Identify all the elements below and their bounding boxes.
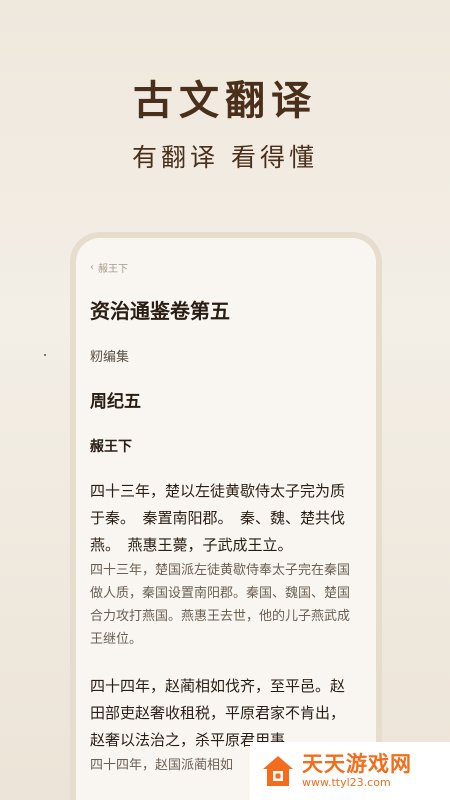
watermark-name: 天天游戏网 bbox=[302, 752, 412, 776]
back-button[interactable]: ‹ 赧王下 bbox=[90, 260, 358, 275]
watermark-url: www.ttyl23.com bbox=[302, 776, 391, 789]
watermark-logo: 天天游戏网 www.ttyl23.com bbox=[250, 742, 450, 800]
chapter-title: 周纪五 bbox=[90, 392, 141, 412]
section-title: 赧王下 bbox=[90, 439, 132, 455]
original-text[interactable]: 四十三年，楚以左徒黄歇侍太子完为质于秦。 秦置南阳郡。 秦、魏、楚共伐燕。 燕惠… bbox=[90, 478, 358, 559]
phone-frame: ‹ 赧王下 资治通鉴卷第五 籾编集 周纪五 赧王下 四十三年，楚以左徒黄歇侍太子… bbox=[70, 232, 382, 800]
book-title: 资治通鉴卷第五 bbox=[90, 299, 230, 323]
stray-dot bbox=[44, 354, 46, 356]
editor-line: 籾编集 bbox=[90, 350, 130, 365]
back-label: 赧王下 bbox=[98, 264, 128, 275]
hero-subtitle: 有翻译 看得懂 bbox=[132, 143, 318, 172]
reader-content: ‹ 赧王下 资治通鉴卷第五 籾编集 周纪五 赧王下 四十三年，楚以左徒黄歇侍太子… bbox=[76, 238, 376, 777]
house-logo-icon bbox=[263, 756, 293, 786]
hero-title: 古文翻译 bbox=[133, 77, 317, 124]
chevron-left-icon: ‹ bbox=[90, 262, 94, 273]
translation-text[interactable]: 四十三年，楚国派左徒黄歇侍奉太子完在秦国做人质，秦国设置南阳郡。秦国、魏国、楚国… bbox=[90, 559, 358, 651]
